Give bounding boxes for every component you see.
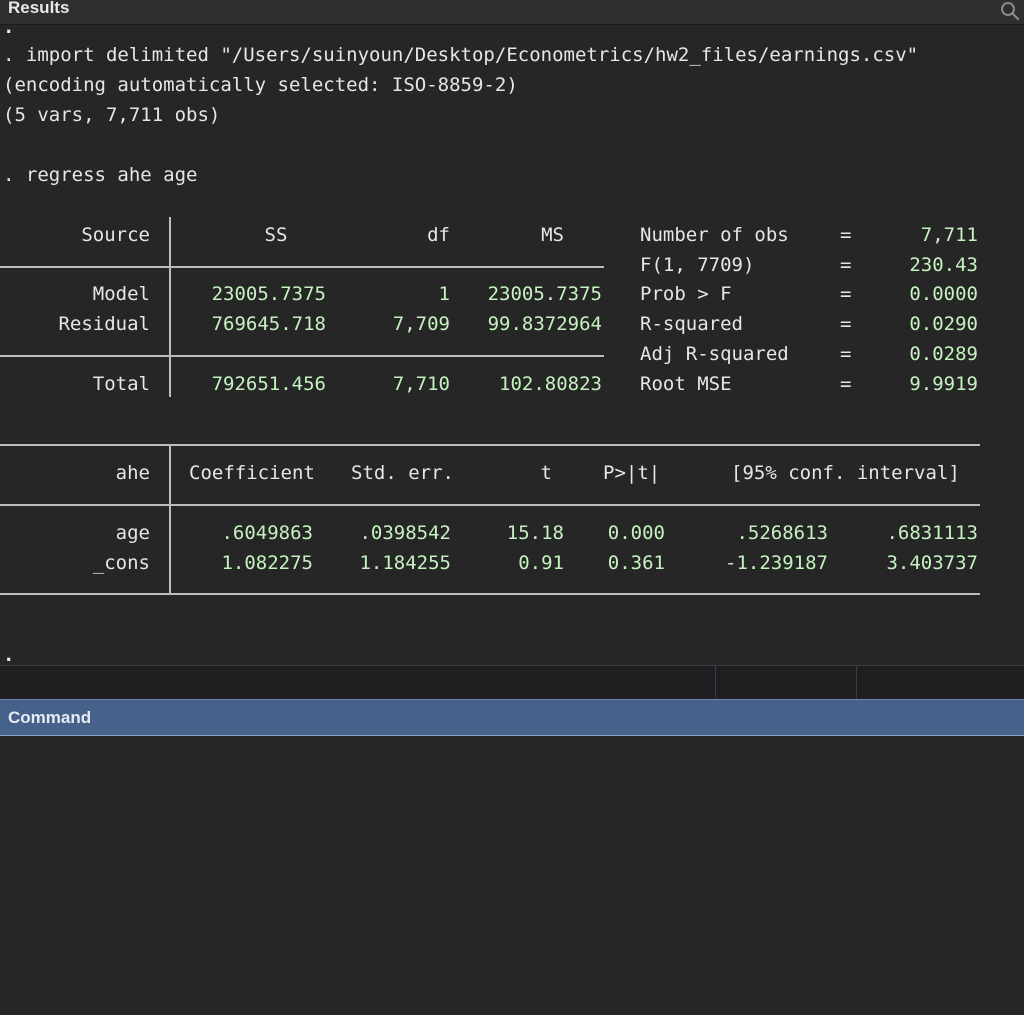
coef-se: 1.184255 [359, 552, 451, 574]
anova-source: Residual [58, 313, 150, 335]
pane-splitter[interactable] [0, 665, 1024, 699]
coef-var: age [115, 522, 150, 544]
stat-label: Number of obs [640, 224, 789, 246]
coef-se: .0398542 [359, 522, 451, 544]
coef-value: 1.082275 [221, 552, 313, 574]
stat-value: 0.0289 [909, 343, 978, 365]
stat-value: 230.43 [909, 254, 978, 276]
stat-equals: = [840, 313, 852, 335]
anova-df: 7,709 [392, 313, 450, 335]
coef-ci-high: 3.403737 [886, 552, 978, 574]
anova-df: 7,710 [392, 373, 450, 395]
encoding-message: (encoding automatically selected: ISO-88… [3, 74, 518, 96]
anova-header-ss: SS [264, 224, 288, 246]
anova-ms: 99.8372964 [487, 313, 602, 335]
coef-header-p: P>|t| [603, 462, 661, 484]
anova-df: 1 [438, 283, 450, 305]
coef-header-coef: Coefficient [189, 462, 315, 484]
stat-equals: = [840, 254, 852, 276]
coef-top-rule [0, 444, 980, 446]
vars-message: (5 vars, 7,711 obs) [3, 104, 221, 126]
divider [856, 666, 857, 699]
anova-ms: 23005.7375 [487, 283, 602, 305]
anova-ms: 102.80823 [499, 373, 602, 395]
divider [715, 666, 716, 699]
anova-header-ms: MS [541, 224, 564, 246]
coef-header-depvar: ahe [115, 462, 150, 484]
command-pane-header: Command [0, 699, 1024, 737]
coef-var: _cons [92, 552, 150, 574]
coef-header-se: Std. err. [351, 462, 454, 484]
coef-header-t: t [540, 462, 552, 484]
stat-equals: = [840, 343, 852, 365]
stat-label: Prob > F [640, 283, 732, 305]
coef-p: 0.000 [607, 522, 665, 544]
anova-header-df: df [427, 224, 450, 246]
results-title: Results [8, 0, 70, 17]
stat-label: Root MSE [640, 373, 732, 395]
results-pane-header: Results [0, 0, 1024, 25]
command-input[interactable] [0, 736, 1024, 1015]
coef-value: .6049863 [221, 522, 313, 544]
import-command-line: . import delimited "/Users/suinyoun/Desk… [3, 44, 919, 66]
anova-source: Total [92, 373, 150, 395]
stat-value: 0.0000 [909, 283, 978, 305]
coef-vertical-rule [169, 444, 171, 594]
stat-value: 9.9919 [909, 373, 978, 395]
stat-equals: = [840, 224, 852, 246]
coef-header-ci: [95% conf. interval] [731, 462, 960, 484]
anova-vertical-rule [169, 217, 171, 397]
anova-source: Model [92, 283, 150, 305]
coef-ci-low: -1.239187 [725, 552, 828, 574]
anova-ss: 769645.718 [211, 313, 326, 335]
coef-ci-high: .6831113 [886, 522, 978, 544]
anova-divider [0, 266, 604, 268]
coef-p: 0.361 [607, 552, 665, 574]
anova-ss: 792651.456 [211, 373, 326, 395]
coef-t: 0.91 [518, 552, 564, 574]
stat-value: 7,711 [920, 224, 978, 246]
anova-ss: 23005.7375 [211, 283, 326, 305]
coef-bottom-rule [0, 593, 980, 595]
coef-t: 15.18 [506, 522, 564, 544]
anova-divider [0, 355, 604, 357]
regress-command-line: . regress ahe age [3, 164, 198, 186]
stat-label: R-squared [640, 313, 743, 335]
search-icon[interactable] [1000, 0, 1020, 22]
command-title: Command [8, 708, 92, 727]
coef-header-rule [0, 504, 980, 506]
coef-ci-low: .5268613 [736, 522, 828, 544]
anova-header-source: Source [81, 224, 150, 246]
stat-equals: = [840, 283, 852, 305]
stat-label: F(1, 7709) [640, 254, 755, 276]
stat-label: Adj R-squared [640, 343, 789, 365]
stat-value: 0.0290 [909, 313, 978, 335]
stat-equals: = [840, 373, 852, 395]
prompt-dot: . [3, 16, 15, 38]
